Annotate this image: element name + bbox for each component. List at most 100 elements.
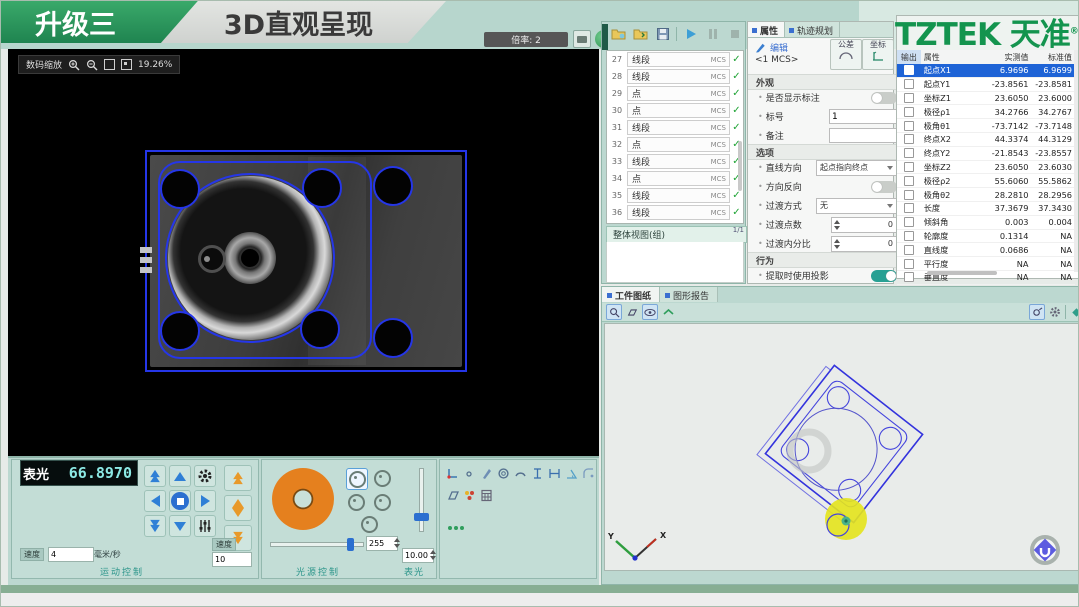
pause-icon[interactable] bbox=[704, 25, 721, 42]
table-row[interactable]: 平行度 NA NA bbox=[897, 257, 1075, 271]
light-pattern-2-button[interactable] bbox=[372, 468, 392, 488]
pen-icon[interactable] bbox=[479, 466, 494, 481]
output-checkbox[interactable] bbox=[897, 203, 921, 213]
output-checkbox[interactable] bbox=[897, 134, 921, 144]
frame-icon[interactable] bbox=[104, 59, 115, 70]
slider-thumb[interactable] bbox=[347, 538, 354, 551]
output-checkbox[interactable] bbox=[897, 162, 921, 172]
width-icon[interactable] bbox=[547, 466, 562, 481]
table-row[interactable]: 极角θ2 28.2810 28.2956 bbox=[897, 188, 1075, 202]
table-row[interactable]: 倾斜角 0.003 0.004 bbox=[897, 216, 1075, 230]
list-item[interactable]: 29 点 MCS ✓ bbox=[607, 85, 743, 102]
light-intensity-slider[interactable] bbox=[270, 542, 364, 547]
cad-viewport[interactable]: Y X bbox=[604, 323, 1079, 571]
jog-stop-button[interactable] bbox=[169, 490, 191, 512]
jog-down-fast-button[interactable] bbox=[144, 515, 166, 537]
list-item[interactable]: 36 线段 MCS ✓ bbox=[607, 204, 743, 221]
nav-cube-icon[interactable] bbox=[1032, 537, 1058, 563]
reverse-toggle[interactable] bbox=[871, 181, 897, 193]
output-checkbox[interactable] bbox=[897, 107, 921, 117]
zoom-in-icon[interactable] bbox=[68, 59, 80, 71]
output-checkbox[interactable] bbox=[897, 231, 921, 241]
zoom-out-icon[interactable] bbox=[86, 59, 98, 71]
chevron-up-icon[interactable] bbox=[661, 305, 675, 319]
distance-icon[interactable] bbox=[530, 466, 545, 481]
plane-view-icon[interactable] bbox=[625, 305, 639, 319]
spheres-icon[interactable] bbox=[462, 488, 477, 503]
output-checkbox[interactable] bbox=[897, 65, 921, 75]
list-item[interactable]: 30 点 MCS ✓ bbox=[607, 102, 743, 119]
line-direction-select[interactable]: 起点指向终点 bbox=[816, 160, 897, 176]
light-pattern-3-button[interactable] bbox=[346, 492, 366, 512]
jog-right-button[interactable] bbox=[194, 490, 216, 512]
tab-properties[interactable]: 属性 bbox=[748, 22, 785, 37]
save-icon[interactable] bbox=[654, 25, 671, 42]
calculator-icon[interactable] bbox=[479, 488, 494, 503]
surface-light-spinner[interactable] bbox=[430, 549, 438, 561]
table-row[interactable]: 长度 37.3679 37.3430 bbox=[897, 202, 1075, 216]
camera-settings-button[interactable] bbox=[573, 30, 591, 48]
fillet-icon[interactable] bbox=[581, 466, 596, 481]
list-scrollbar[interactable] bbox=[738, 141, 742, 191]
output-checkbox[interactable] bbox=[897, 190, 921, 200]
output-checkbox[interactable] bbox=[897, 176, 921, 186]
list-item[interactable]: 32 点 MCS ✓ bbox=[607, 136, 743, 153]
table-hscrollbar[interactable] bbox=[927, 271, 997, 275]
circle-icon[interactable] bbox=[496, 466, 511, 481]
z-home-button[interactable] bbox=[224, 495, 252, 521]
list-item[interactable]: 34 点 MCS ✓ bbox=[607, 170, 743, 187]
output-checkbox[interactable] bbox=[897, 93, 921, 103]
fit-view-icon[interactable] bbox=[1029, 304, 1045, 320]
angle-icon[interactable] bbox=[564, 466, 579, 481]
light-pattern-5-button[interactable] bbox=[359, 514, 379, 534]
select-zoom-icon[interactable] bbox=[606, 304, 622, 320]
light-pattern-4-button[interactable] bbox=[372, 492, 392, 512]
slider-thumb[interactable] bbox=[414, 513, 429, 521]
output-checkbox[interactable] bbox=[897, 79, 921, 89]
transition-select[interactable]: 无 bbox=[816, 198, 897, 214]
diamond-icon[interactable] bbox=[1069, 305, 1079, 319]
light-value-spinner[interactable] bbox=[394, 537, 402, 549]
list-item[interactable]: 31 线段 MCS ✓ bbox=[607, 119, 743, 136]
plane-icon[interactable] bbox=[445, 488, 460, 503]
output-checkbox[interactable] bbox=[897, 148, 921, 158]
speed2-input[interactable] bbox=[212, 552, 252, 567]
output-checkbox[interactable] bbox=[897, 272, 921, 282]
speed-input[interactable] bbox=[48, 547, 94, 562]
point-icon[interactable] bbox=[462, 466, 477, 481]
projection-toggle[interactable] bbox=[871, 270, 897, 282]
remark-input[interactable] bbox=[829, 128, 897, 143]
new-folder-icon[interactable] bbox=[632, 25, 649, 42]
region-icon[interactable] bbox=[121, 59, 132, 70]
tab-workpiece-drawing[interactable]: 工件图纸 bbox=[602, 287, 660, 302]
arc-icon[interactable] bbox=[513, 466, 528, 481]
coordinate-icon[interactable] bbox=[445, 466, 460, 481]
label-number-input[interactable] bbox=[829, 109, 897, 124]
transition-points-stepper[interactable]: 0 bbox=[831, 217, 897, 233]
table-row[interactable]: 极径ρ2 55.6060 55.5862 bbox=[897, 174, 1075, 188]
show-annotation-toggle[interactable] bbox=[871, 92, 897, 104]
z-up-button[interactable] bbox=[224, 465, 252, 491]
table-row[interactable]: 起点X1 6.9696 6.9699 bbox=[897, 64, 1075, 78]
ring-light-icon[interactable] bbox=[272, 468, 334, 530]
table-row[interactable]: 直线度 0.0686 NA bbox=[897, 243, 1075, 257]
tab-trajectory[interactable]: 轨迹规划 bbox=[785, 22, 840, 37]
jog-tools-button[interactable] bbox=[194, 515, 216, 537]
group-node[interactable]: 整体视图(组) 1/1 bbox=[606, 226, 747, 243]
table-row[interactable]: 起点Y1 -23.8561 -23.8581 bbox=[897, 78, 1075, 92]
jog-left-button[interactable] bbox=[144, 490, 166, 512]
view-settings-icon[interactable] bbox=[1048, 305, 1062, 319]
list-item[interactable]: 28 线段 MCS ✓ bbox=[607, 68, 743, 85]
stop-icon[interactable] bbox=[726, 25, 743, 42]
surface-light-slider[interactable] bbox=[419, 468, 424, 532]
tab-graphic-report[interactable]: 图形报告 bbox=[660, 287, 718, 302]
open-folder-icon[interactable] bbox=[610, 25, 627, 42]
table-row[interactable]: 极角θ1 -73.7142 -73.7148 bbox=[897, 119, 1075, 133]
light-pattern-1-button[interactable] bbox=[346, 468, 368, 490]
edit-row[interactable]: 编辑 bbox=[755, 41, 788, 54]
table-row[interactable]: 终点Y2 -21.8543 -23.8557 bbox=[897, 147, 1075, 161]
transition-ratio-stepper[interactable]: 0 bbox=[831, 236, 897, 252]
tolerance-button[interactable]: 公差 bbox=[830, 39, 862, 70]
measurement-step-list[interactable]: 27 线段 MCS ✓ 28 线段 MCS ✓ bbox=[606, 50, 744, 224]
jog-up-fast-button[interactable] bbox=[144, 465, 166, 487]
